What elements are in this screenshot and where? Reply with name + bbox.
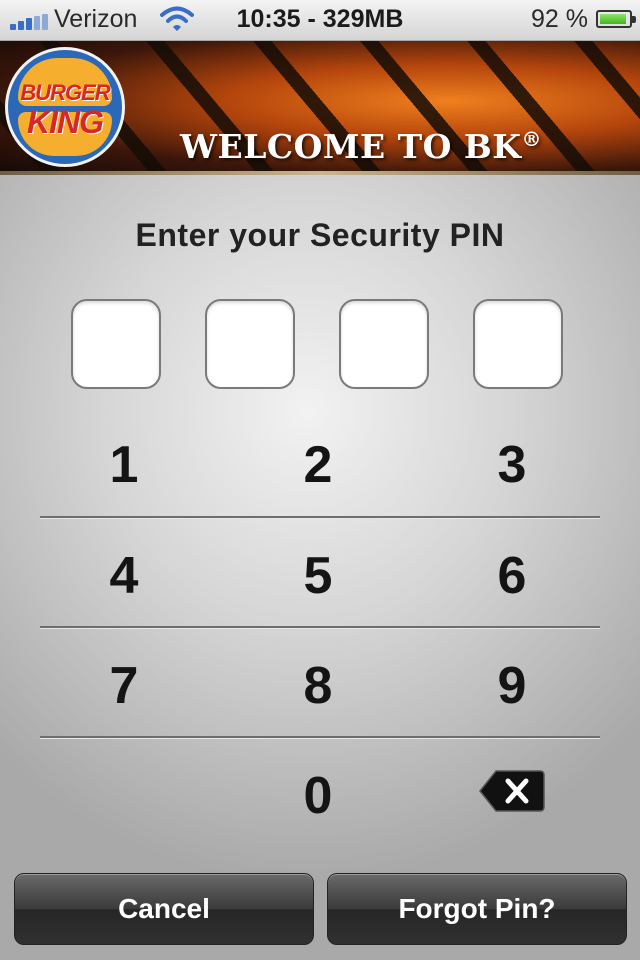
- key-1[interactable]: 1: [27, 410, 221, 520]
- key-0[interactable]: 0: [221, 741, 415, 851]
- key-4[interactable]: 4: [27, 521, 221, 631]
- backspace-key[interactable]: [415, 736, 609, 846]
- battery-percent: 92 %: [531, 5, 588, 33]
- backspace-icon: [479, 770, 545, 812]
- forgot-pin-button[interactable]: Forgot Pin?: [327, 873, 627, 945]
- cancel-button[interactable]: Cancel: [14, 873, 314, 945]
- key-8[interactable]: 8: [221, 631, 415, 741]
- pin-digit-3[interactable]: [339, 299, 429, 389]
- pin-prompt: Enter your Security PIN: [135, 217, 505, 253]
- key-6[interactable]: 6: [415, 521, 609, 631]
- status-bar: Verizon 10:35 - 329MB 92 %: [0, 0, 640, 41]
- header-banner: BURGER KING WELCOME TO BK®: [0, 41, 640, 175]
- keypad-divider: [40, 516, 600, 518]
- burger-king-logo: BURGER KING: [8, 50, 122, 164]
- logo-word-burger: BURGER: [20, 80, 110, 105]
- pin-digit-4[interactable]: [473, 299, 563, 389]
- keypad-divider: [40, 626, 600, 628]
- key-7[interactable]: 7: [27, 631, 221, 741]
- key-5[interactable]: 5: [221, 521, 415, 631]
- logo-word-king: KING: [27, 104, 104, 140]
- pin-digit-2[interactable]: [205, 299, 295, 389]
- pin-screen: Enter your Security PIN 1 2 3 4 5 6 7 8 …: [0, 175, 640, 960]
- pin-digit-1[interactable]: [71, 299, 161, 389]
- registered-mark: ®: [521, 127, 542, 151]
- battery-level: [600, 14, 626, 24]
- battery-icon: [596, 10, 636, 28]
- welcome-title: WELCOME TO BK®: [180, 127, 600, 171]
- welcome-title-text: WELCOME TO BK: [180, 127, 522, 166]
- key-9[interactable]: 9: [415, 631, 609, 741]
- key-2[interactable]: 2: [221, 410, 415, 520]
- key-3[interactable]: 3: [415, 410, 609, 520]
